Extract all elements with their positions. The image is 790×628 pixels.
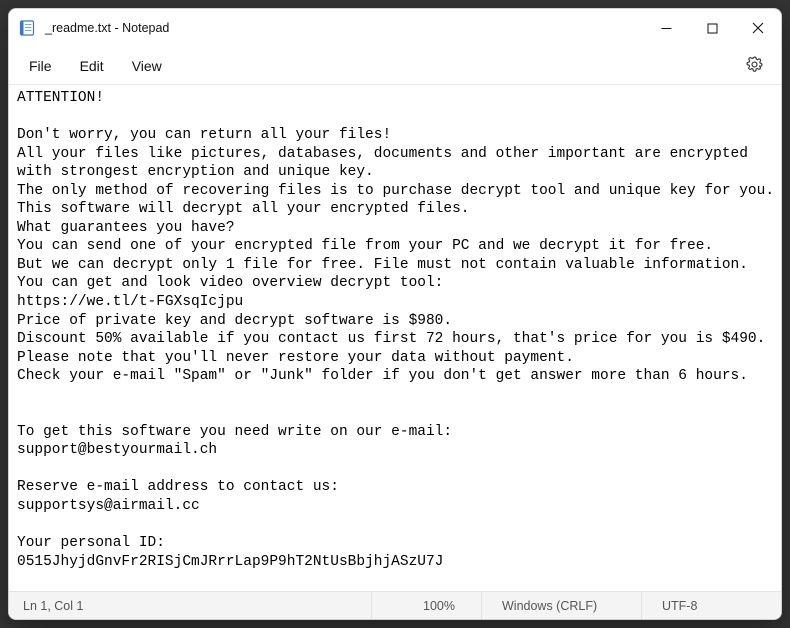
maximize-button[interactable] bbox=[689, 9, 735, 47]
window-controls bbox=[643, 9, 781, 47]
notepad-app-icon bbox=[19, 20, 35, 36]
notepad-window: _readme.txt - Notepad File Edit View ATT… bbox=[8, 8, 782, 620]
text-editor[interactable]: ATTENTION! Don't worry, you can return a… bbox=[9, 85, 781, 591]
menubar: File Edit View bbox=[9, 47, 781, 85]
menu-view[interactable]: View bbox=[118, 52, 176, 80]
status-position: Ln 1, Col 1 bbox=[9, 599, 371, 613]
settings-button[interactable] bbox=[736, 50, 773, 82]
close-button[interactable] bbox=[735, 9, 781, 47]
statusbar: Ln 1, Col 1 100% Windows (CRLF) UTF-8 bbox=[9, 591, 781, 619]
editor-area: ATTENTION! Don't worry, you can return a… bbox=[9, 85, 781, 591]
menu-file[interactable]: File bbox=[15, 52, 66, 80]
window-title: _readme.txt - Notepad bbox=[45, 21, 169, 35]
menu-edit[interactable]: Edit bbox=[66, 52, 118, 80]
gear-icon bbox=[746, 56, 763, 73]
minimize-button[interactable] bbox=[643, 9, 689, 47]
titlebar[interactable]: _readme.txt - Notepad bbox=[9, 9, 781, 47]
status-encoding: UTF-8 bbox=[641, 592, 781, 619]
status-line-ending: Windows (CRLF) bbox=[481, 592, 641, 619]
status-zoom[interactable]: 100% bbox=[371, 592, 481, 619]
